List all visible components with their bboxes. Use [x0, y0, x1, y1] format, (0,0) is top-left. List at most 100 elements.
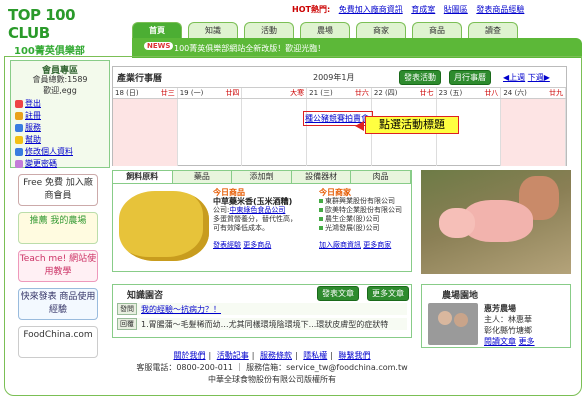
profile-icon: [15, 148, 23, 156]
more-farms-link[interactable]: 更多: [519, 337, 535, 346]
tab-feed[interactable]: 飼料原料: [113, 171, 173, 183]
promo-foodchina[interactable]: FoodChina.com: [18, 326, 98, 358]
company-item[interactable]: 農生企業(股)公司: [319, 215, 409, 224]
farm-name[interactable]: 惠芳農場: [484, 303, 535, 314]
logout-link[interactable]: 登出: [15, 98, 61, 110]
row-tag: 發問: [117, 303, 137, 315]
calendar-days: 18 (日) 廿三 19 (一) 廿四 大寒 21 (三) 廿六 22 (四) 廿七 2…: [113, 87, 567, 99]
company-item[interactable]: 東群興業股份有限公司: [319, 197, 409, 206]
help-icon: [15, 136, 23, 144]
callout-note: 點選活動標題: [365, 116, 459, 134]
month-calendar-button[interactable]: 月行事曆: [449, 70, 491, 85]
tab-knowledge[interactable]: 知識: [188, 22, 238, 38]
knowledge-row[interactable]: 發問 我的經驗～抗病力？！: [117, 303, 407, 315]
tab-home[interactable]: 首頁: [132, 22, 182, 38]
news-bar: NEWS 100菁英俱樂部網站全新改版！歡迎光臨！: [132, 38, 582, 58]
join-merchant-link[interactable]: 加入廠商資訊: [319, 241, 361, 249]
product-desc: 多蛋質營養分，替代性高，: [213, 215, 297, 223]
farm-panel: 農場園地 惠芳農場 主人：林惠華 彰化縣竹塘鄉 閱讀文章 更多: [421, 284, 571, 348]
member-title: 會員專區: [41, 66, 78, 76]
pig-head-shape: [439, 208, 475, 238]
more-merchants-link[interactable]: 更多商家: [363, 241, 391, 249]
news-text[interactable]: 100菁英俱樂部網站全新改版！歡迎光臨！: [174, 43, 325, 54]
register-icon: [15, 112, 23, 120]
edit-profile-label: 修改個人資料: [25, 147, 73, 156]
promo-my-farm[interactable]: 推薦 我的農場: [18, 212, 98, 244]
info-panel: 飼料原料 藥品 添加劑 設備器材 肉品 今日商品 中草藥米香(玉米酒糟) 公司:…: [112, 170, 412, 272]
site-logo[interactable]: TOP 100 CLUB 100菁英俱樂部: [8, 6, 116, 57]
logo-brand: TOP 100 CLUB: [8, 6, 76, 42]
prev-week-link[interactable]: ◀上週: [503, 73, 525, 82]
day-header: 19 (一) 廿四: [178, 88, 243, 98]
farm-region: 彰化縣竹塘鄉: [484, 326, 532, 335]
news-badge: NEWS: [144, 42, 174, 50]
change-password-link[interactable]: 變更密碼: [15, 158, 105, 170]
row-link[interactable]: 我的經驗～抗病力？！: [141, 304, 221, 315]
footer: 關於我們 | 活動記事 | 服務條款 | 隱私權 | 聯繫我們 客服電話：0800-20…: [112, 350, 432, 386]
footer-contact-text: 客服電話：0800-200-011 ｜ 服務信箱：service_tw@food…: [136, 363, 408, 372]
day-header: 23 (五) 廿八: [437, 88, 502, 98]
farm-owner: 主人：林惠華: [484, 315, 532, 324]
product-name[interactable]: 中草藥米香(玉米酒糟): [213, 197, 309, 206]
tab-medicine[interactable]: 藥品: [173, 171, 233, 183]
more-products-link[interactable]: 更多商品: [243, 241, 271, 249]
footer-events-link[interactable]: 活動記事: [217, 351, 249, 360]
today-product: 今日商品 中草藥米香(玉米酒糟) 公司:中東綠色食品公司 多蛋質營養分，替代性高…: [213, 188, 309, 250]
edit-profile-link[interactable]: 修改個人資料: [15, 146, 105, 158]
tab-merchants[interactable]: 商家: [356, 22, 406, 38]
next-week-link[interactable]: 下週▶: [528, 73, 550, 82]
day-cell: [242, 99, 308, 166]
tab-events[interactable]: 活動: [244, 22, 294, 38]
read-article-link[interactable]: 閱讀文章: [484, 337, 516, 346]
tab-farms[interactable]: 農場: [300, 22, 350, 38]
promo-post-experience[interactable]: 快來發表 商品使用經驗: [18, 288, 98, 320]
service-label: 服務: [25, 123, 41, 132]
key-icon: [15, 160, 23, 168]
week-nav: ◀上週 下週▶: [503, 72, 550, 83]
calendar-title: 產業行事曆: [117, 74, 163, 84]
post-article-button[interactable]: 發表文章: [317, 286, 359, 301]
change-password-label: 變更密碼: [25, 159, 57, 168]
footer-about-link[interactable]: 關於我們: [174, 351, 206, 360]
knowledge-row[interactable]: 回覆 1.胃腸蒲～毛髮稀而幼…尤其同樣環境陰環境下...環狀皮膚型的症狀特: [117, 318, 407, 330]
day-cell: [113, 99, 178, 166]
today-companies: 今日商家 東群興業股份有限公司 歐美特企業股份有限公司 農生企業(股)公司 光鴻…: [319, 188, 409, 250]
link-incubator[interactable]: 育成室: [411, 5, 435, 14]
row-text[interactable]: 1.胃腸蒲～毛髮稀而幼…尤其同樣環境陰環境下...環狀皮膚型的症狀特: [141, 319, 388, 330]
footer-copyright: 中華全球食物股份有限公司版權所有: [208, 375, 336, 384]
register-link[interactable]: 註冊: [15, 110, 61, 122]
farm-photo[interactable]: [428, 303, 478, 345]
product-image[interactable]: [119, 191, 209, 261]
tab-survey[interactable]: 讀查: [468, 22, 518, 38]
post-event-button[interactable]: 發表活動: [399, 70, 441, 85]
product-company-link[interactable]: 中東綠色食品公司: [229, 206, 285, 214]
more-articles-button[interactable]: 更多文章: [367, 286, 409, 301]
knowledge-panel: 知識園咨 發表文章 更多文章 發問 我的經驗～抗病力？！ 回覆 1.胃腸蒲～毛髮…: [112, 284, 412, 338]
link-post-experience[interactable]: 發表商品經驗: [476, 5, 524, 14]
tab-meat[interactable]: 肉品: [351, 171, 411, 183]
top-links: HOT熱門: 免費加入廠商資訊 育成室 貼圖區 發表商品經驗: [292, 4, 524, 15]
footer-contact-link[interactable]: 聯繫我們: [339, 351, 371, 360]
link-free-join[interactable]: 免費加入廠商資訊: [339, 5, 403, 14]
logout-label: 登出: [25, 99, 41, 108]
help-link[interactable]: 幫助: [15, 134, 61, 146]
promo-free-join[interactable]: Free 免費 加入廠商會員: [18, 174, 98, 206]
tab-additive[interactable]: 添加劑: [232, 171, 292, 183]
footer-privacy-link[interactable]: 隱私權: [303, 351, 327, 360]
day-header: 22 (四) 廿七: [372, 88, 437, 98]
post-experience-link[interactable]: 發表經驗: [213, 241, 241, 249]
footer-terms-link[interactable]: 服務條款: [260, 351, 292, 360]
company-item[interactable]: 光鴻發展(股)公司: [319, 224, 409, 233]
member-count: 會員總數:1589: [32, 75, 88, 84]
register-label: 註冊: [25, 111, 41, 120]
tab-products[interactable]: 商品: [412, 22, 462, 38]
day-header: 18 (日) 廿三: [113, 88, 178, 98]
service-link[interactable]: 服務: [15, 122, 61, 134]
company-item[interactable]: 歐美特企業股份有限公司: [319, 206, 409, 215]
day-header: 24 (六) 廿九: [501, 88, 567, 98]
link-board[interactable]: 貼圖區: [444, 5, 468, 14]
calendar-month: 2009年1月: [313, 73, 355, 82]
help-label: 幫助: [25, 135, 41, 144]
tab-equipment[interactable]: 設備器材: [292, 171, 352, 183]
promo-tutorial[interactable]: Teach me! 網站使用教學: [18, 250, 98, 282]
